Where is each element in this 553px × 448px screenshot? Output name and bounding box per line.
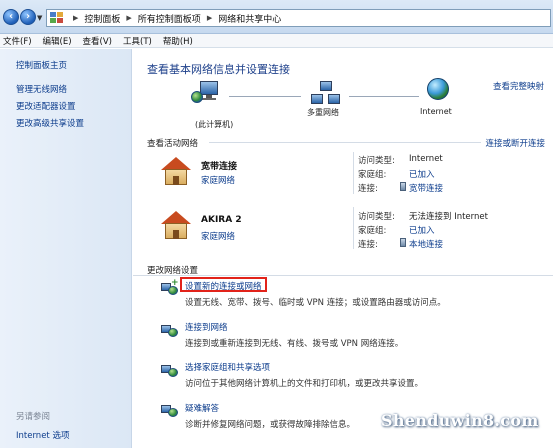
- network-info-divider: [353, 207, 354, 249]
- network-name: 宽带连接: [201, 162, 238, 172]
- network-type-link[interactable]: 家庭网络: [201, 174, 235, 186]
- breadcrumb-control-panel[interactable]: 控制面板: [84, 12, 120, 25]
- access-type-value: 无法连接到 Internet: [409, 212, 488, 222]
- control-panel-icon: [50, 12, 63, 24]
- homegroup-sharing-icon: [161, 362, 179, 378]
- local-connection-icon: [400, 238, 406, 247]
- menu-tools[interactable]: 工具(T): [123, 35, 152, 47]
- connect-disconnect-link[interactable]: 连接或断开连接: [485, 137, 545, 149]
- breadcrumb-all-items[interactable]: 所有控制面板项: [138, 12, 201, 25]
- local-connection-link[interactable]: 本地连接: [409, 238, 443, 250]
- home-network-icon: [161, 157, 191, 187]
- back-button[interactable]: ‹: [3, 9, 19, 25]
- homegroup-joined-link[interactable]: 已加入: [409, 168, 435, 180]
- access-type-label: 访问类型:: [358, 212, 395, 222]
- section-divider: [133, 275, 553, 276]
- home-network-icon: [161, 211, 191, 241]
- chevron-right-icon[interactable]: ▶: [73, 14, 78, 22]
- view-full-map-link[interactable]: 查看完整映射: [493, 80, 544, 92]
- advanced-sharing-link[interactable]: 更改高级共享设置: [16, 117, 84, 129]
- troubleshoot-desc: 诊断并修复网络问题，或获得故障排除信息。: [185, 420, 356, 430]
- this-computer-label: (此计算机): [195, 120, 234, 129]
- map-connector-line: [229, 96, 301, 97]
- chevron-right-icon[interactable]: ▶: [207, 14, 212, 22]
- page-title: 查看基本网络信息并设置连接: [147, 63, 290, 76]
- main-content: 查看基本网络信息并设置连接 查看完整映射 (此计算机) 多重网络 Interne…: [133, 49, 553, 448]
- connection-label: 连接:: [358, 240, 378, 250]
- menu-view[interactable]: 查看(V): [83, 35, 112, 47]
- access-type-label: 访问类型:: [358, 156, 395, 166]
- network-info-divider: [353, 152, 354, 194]
- setup-new-connection-link[interactable]: 设置新的连接或网络: [185, 280, 262, 292]
- address-box[interactable]: ▶ 控制面板 ▶ 所有控制面板项 ▶ 网络和共享中心: [46, 9, 551, 27]
- homegroup-label: 家庭组:: [358, 226, 387, 236]
- internet-globe-icon[interactable]: [427, 78, 449, 100]
- network-name: AKIRA 2: [201, 215, 242, 225]
- forward-button[interactable]: ›: [20, 9, 36, 25]
- active-networks-heading: 查看活动网络: [147, 139, 199, 149]
- access-type-value: Internet: [409, 154, 443, 164]
- menu-bar: 文件(F) 编辑(E) 查看(V) 工具(T) 帮助(H): [0, 34, 553, 48]
- this-computer-icon[interactable]: [191, 81, 219, 111]
- address-bar: ‹ › ▼ ▶ 控制面板 ▶ 所有控制面板项 ▶ 网络和共享中心: [0, 0, 553, 34]
- menu-edit[interactable]: 编辑(E): [43, 35, 72, 47]
- chevron-right-icon[interactable]: ▶: [126, 14, 131, 22]
- map-connector-line: [349, 96, 419, 97]
- internet-options-link[interactable]: Internet 选项: [16, 429, 69, 441]
- network-type-link[interactable]: 家庭网络: [201, 230, 235, 242]
- internet-label: Internet: [420, 107, 452, 116]
- left-pane: 控制面板主页 管理无线网络 更改适配器设置 更改高级共享设置 另请参阅 Inte…: [0, 49, 132, 448]
- connect-to-network-desc: 连接到或重新连接到无线、有线、拨号或 VPN 网络连接。: [185, 339, 404, 349]
- multiple-networks-label: 多重网络: [307, 108, 339, 117]
- breadcrumb-network-center[interactable]: 网络和共享中心: [218, 12, 281, 25]
- homegroup-label: 家庭组:: [358, 170, 387, 180]
- homegroup-sharing-link[interactable]: 选择家庭组和共享选项: [185, 361, 270, 373]
- control-panel-home-link[interactable]: 控制面板主页: [16, 59, 67, 71]
- broadband-connection-icon: [400, 182, 406, 191]
- connect-to-network-link[interactable]: 连接到网络: [185, 321, 228, 333]
- menu-help[interactable]: 帮助(H): [163, 35, 193, 47]
- setup-new-connection-desc: 设置无线、宽带、拨号、临时或 VPN 连接；或设置路由器或访问点。: [185, 298, 446, 308]
- homegroup-joined-link[interactable]: 已加入: [409, 224, 435, 236]
- see-also-heading: 另请参阅: [16, 412, 51, 422]
- troubleshoot-link[interactable]: 疑难解答: [185, 402, 219, 414]
- connect-network-icon: [161, 322, 179, 338]
- section-divider: [209, 142, 481, 143]
- new-connection-icon: +: [161, 278, 179, 296]
- adapter-settings-link[interactable]: 更改适配器设置: [16, 100, 76, 112]
- homegroup-sharing-desc: 访问位于其他网络计算机上的文件和打印机，或更改共享设置。: [185, 379, 424, 389]
- troubleshoot-icon: [161, 402, 179, 418]
- connection-label: 连接:: [358, 184, 378, 194]
- recent-pages-dropdown-icon[interactable]: ▼: [37, 14, 42, 22]
- broadband-connection-link[interactable]: 宽带连接: [409, 182, 443, 194]
- menu-file[interactable]: 文件(F): [3, 35, 32, 47]
- site-watermark: Shenduwin8.com: [381, 411, 539, 430]
- manage-wireless-link[interactable]: 管理无线网络: [16, 83, 67, 95]
- multiple-networks-icon[interactable]: [311, 81, 341, 109]
